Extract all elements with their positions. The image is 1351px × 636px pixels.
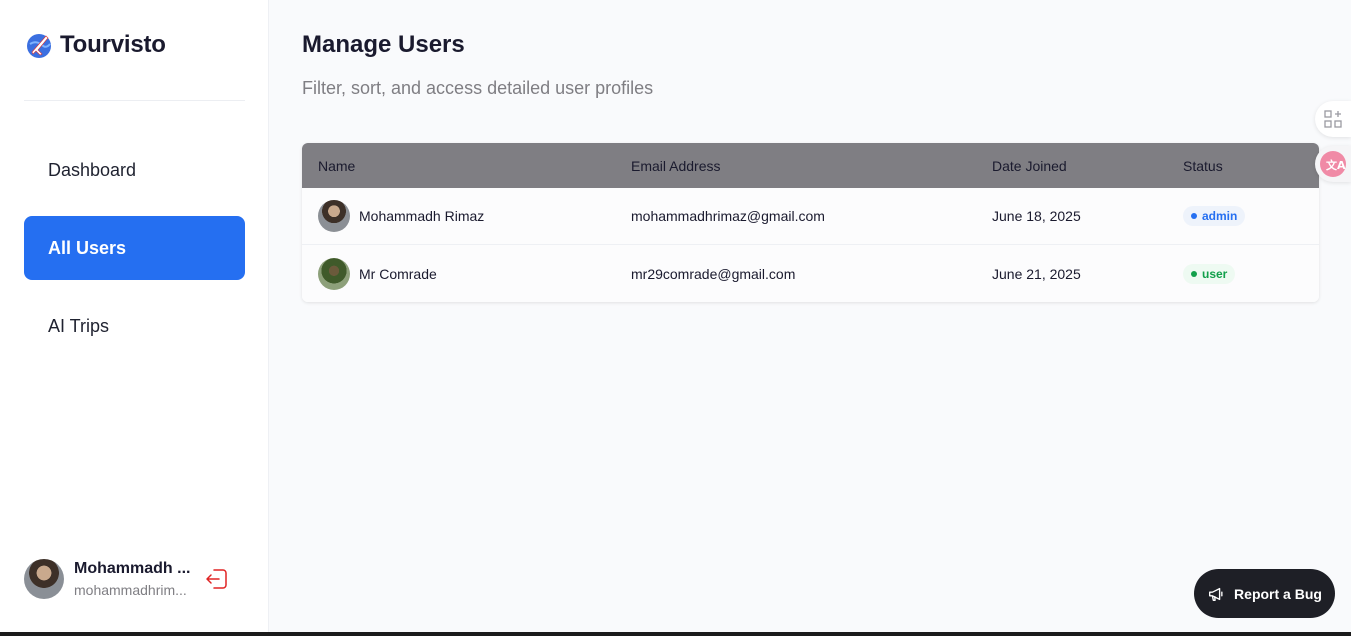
brand[interactable]: Tourvisto: [24, 28, 166, 62]
sidebar-item-label: AI Trips: [48, 315, 110, 336]
sidebar-item-dashboard[interactable]: Dashboard: [24, 138, 245, 202]
user-name: Mohammadh Rimaz: [359, 208, 485, 224]
airplane-globe-icon: [27, 34, 51, 58]
megaphone-icon: [1209, 587, 1223, 601]
translate-glyph: 文A: [1320, 151, 1346, 177]
grid-plus-icon[interactable]: [1315, 101, 1351, 137]
sidebar-item-label: All Users: [48, 237, 127, 258]
user-date-joined: June 21, 2025: [992, 265, 1081, 282]
status-badge: admin: [1183, 206, 1246, 226]
column-header-date-joined[interactable]: Date Joined: [992, 158, 1067, 174]
divider: [24, 100, 245, 101]
avatar[interactable]: [24, 559, 64, 599]
grid-plus-glyph: [1324, 110, 1342, 128]
sidebar-item-ai-trips[interactable]: AI Trips: [24, 294, 245, 358]
column-header-email[interactable]: Email Address: [631, 158, 720, 174]
svg-text:文A: 文A: [1326, 158, 1346, 172]
status-dot-icon: [1191, 213, 1197, 219]
table-header: Name Email Address Date Joined Status: [302, 143, 1319, 188]
column-header-status[interactable]: Status: [1183, 158, 1223, 174]
user-date-joined: June 18, 2025: [992, 208, 1081, 224]
user-profile: Mohammadh ... mohammadhrim...: [24, 558, 245, 600]
profile-name: Mohammadh ...: [74, 560, 191, 577]
profile-text: Mohammadh ... mohammadhrim...: [74, 560, 192, 598]
sidebar-item-label: Dashboard: [48, 159, 137, 180]
avatar: [318, 200, 350, 232]
user-email: mohammadhrimaz@gmail.com: [631, 208, 825, 224]
sidebar: Tourvisto Dashboard All Users AI Trips M…: [0, 0, 269, 632]
user-email: mr29comrade@gmail.com: [631, 265, 796, 282]
status-label: admin: [1202, 209, 1238, 223]
page-subtitle: Filter, sort, and access detailed user p…: [302, 78, 654, 98]
users-table: Name Email Address Date Joined Status Mo…: [302, 143, 1319, 302]
table-row[interactable]: Mr Comrade mr29comrade@gmail.com June 21…: [302, 245, 1319, 302]
sidebar-nav: Dashboard All Users AI Trips: [24, 138, 245, 372]
brand-title: Tourvisto: [60, 31, 166, 58]
report-bug-button[interactable]: Report a Bug: [1194, 569, 1335, 618]
page-title: Manage Users: [302, 31, 465, 58]
app: Tourvisto Dashboard All Users AI Trips M…: [0, 0, 1351, 636]
sidebar-item-all-users[interactable]: All Users: [24, 216, 245, 280]
report-bug-label: Report a Bug: [1234, 585, 1322, 602]
user-name: Mr Comrade: [359, 265, 437, 282]
table-row[interactable]: Mohammadh Rimaz mohammadhrimaz@gmail.com…: [302, 188, 1319, 245]
column-header-name[interactable]: Name: [318, 158, 355, 174]
status-badge: user: [1183, 263, 1236, 284]
window-bottom-edge: [0, 632, 1351, 636]
logout-icon[interactable]: [204, 566, 230, 592]
name-cell: Mohammadh Rimaz: [318, 200, 484, 232]
name-cell: Mr Comrade: [318, 257, 437, 290]
status-label: user: [1202, 266, 1228, 281]
translate-icon[interactable]: 文A: [1315, 146, 1351, 182]
profile-email: mohammadhrim...: [74, 582, 187, 598]
status-dot-icon: [1191, 270, 1197, 277]
avatar: [318, 257, 350, 290]
